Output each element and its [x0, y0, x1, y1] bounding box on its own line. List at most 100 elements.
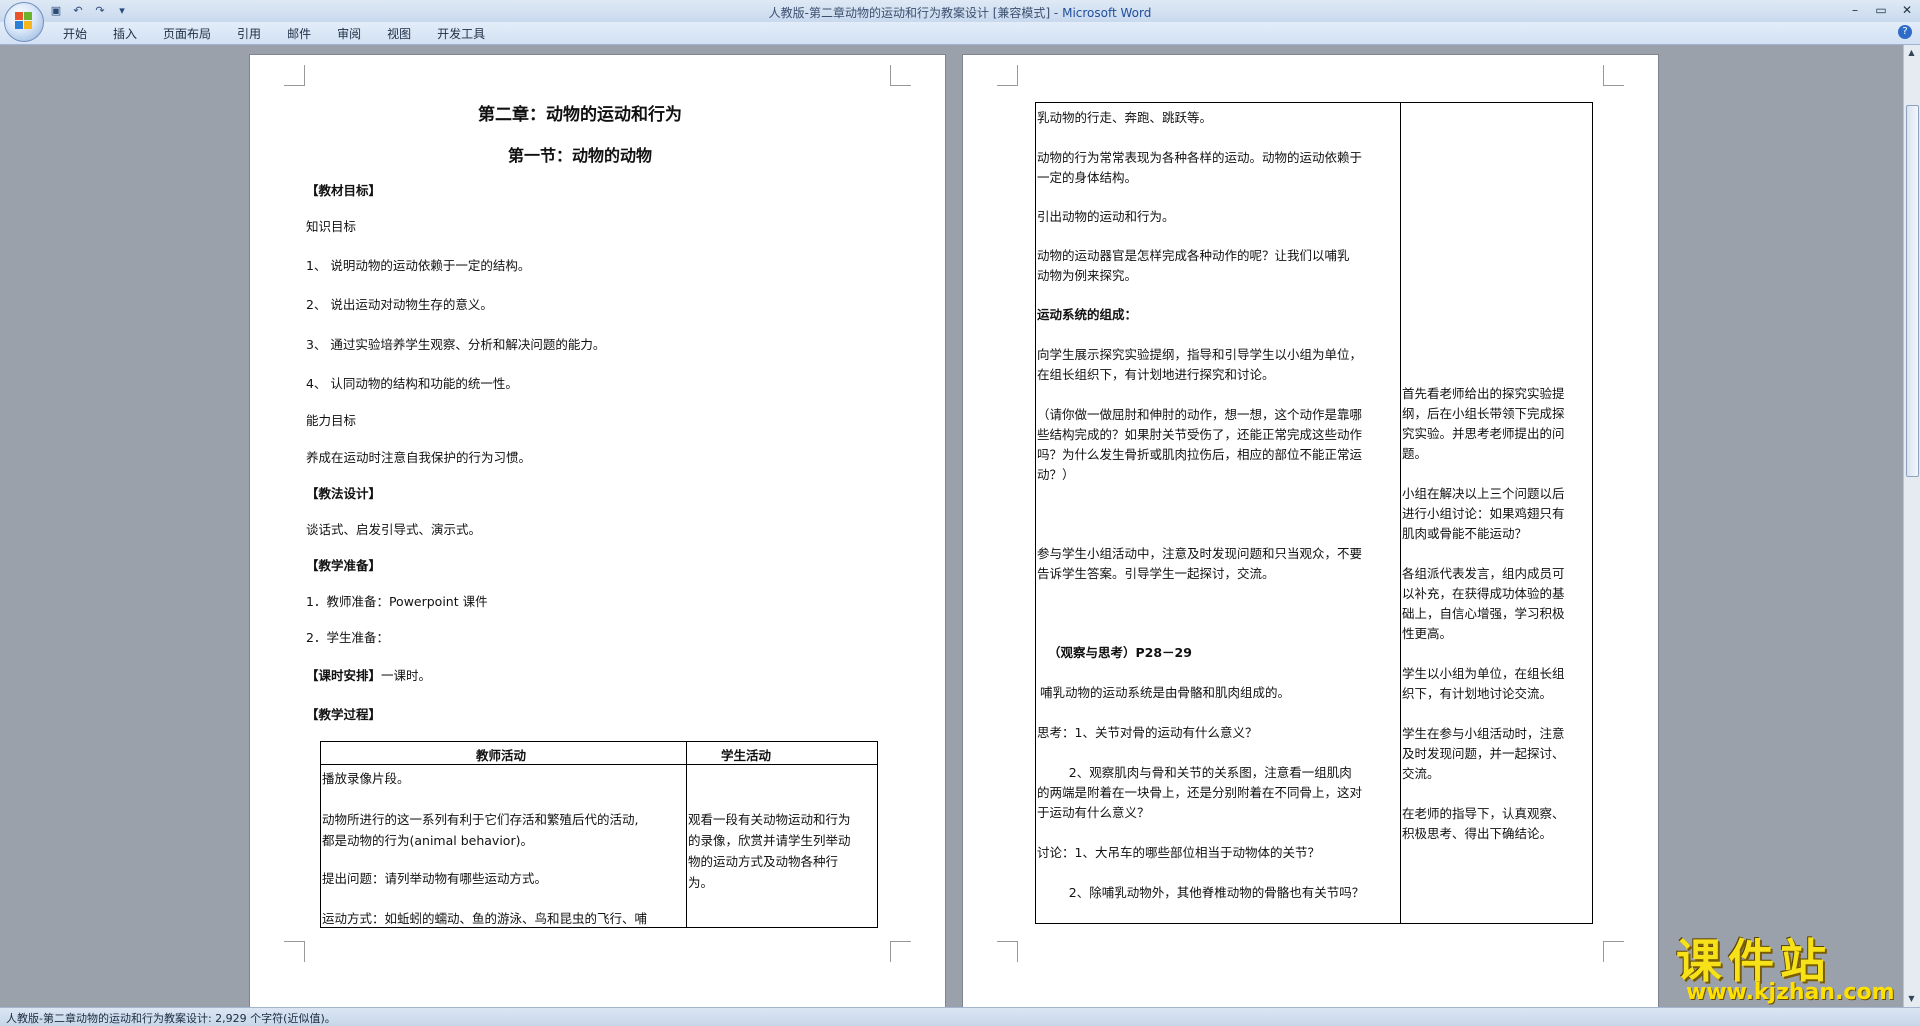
body-line: 谈话式、启发引导式、演示式。 — [306, 522, 482, 537]
table-cell-student: 各组派代表发言，组内成员可 — [1402, 566, 1565, 581]
table-cell-teacher: 提出问题：请列举动物有哪些运动方式。 — [322, 871, 548, 886]
body-line: 1、 说明动物的运动依赖于一定的结构。 — [306, 258, 531, 273]
help-icon[interactable]: ? — [1898, 25, 1912, 39]
body-line: 【教材目标】 — [306, 183, 382, 198]
crop-mark — [890, 65, 911, 86]
window-title: 人教版-第二章动物的运动和行为教案设计 [兼容模式] - Microsoft W… — [0, 4, 1920, 21]
table-cell-student: 首先看老师给出的探究实验提 — [1402, 386, 1565, 401]
body-line: 1．教师准备：Powerpoint 课件 — [306, 594, 488, 609]
vertical-scrollbar[interactable]: ▲ ▼ — [1903, 45, 1920, 1007]
maximize-icon[interactable]: ▭ — [1868, 0, 1894, 20]
body-value: 一课时。 — [381, 668, 432, 683]
tab-page-layout[interactable]: 页面布局 — [150, 26, 224, 42]
table-cell-student: 观看一段有关动物运动和行为 — [688, 812, 851, 827]
table-cell-student: 纲，后在小组长带领下完成探 — [1402, 406, 1565, 421]
ribbon-tabs: 开始 插入 页面布局 引用 邮件 审阅 视图 开发工具 — [50, 26, 498, 42]
crop-mark — [284, 941, 305, 962]
minimize-icon[interactable]: – — [1842, 0, 1868, 20]
table-cell-teacher: 引出动物的运动和行为。 — [1037, 209, 1175, 224]
tab-view[interactable]: 视图 — [374, 26, 424, 42]
office-button[interactable] — [4, 2, 44, 42]
crop-mark — [284, 65, 305, 86]
table-cell-teacher: 吗？为什么发生骨折或肌肉拉伤后，相应的部位不能正常运 — [1037, 447, 1363, 462]
table-cell-student: 题。 — [1402, 446, 1428, 461]
body-line: 知识目标 — [306, 219, 357, 234]
table-cell-student: 在老师的指导下，认真观察、 — [1402, 806, 1565, 821]
tab-home[interactable]: 开始 — [50, 26, 100, 42]
crop-mark — [1603, 941, 1624, 962]
table-cell-teacher: 哺乳动物的运动系统是由骨骼和肌肉组成的。 — [1040, 685, 1291, 700]
tab-insert[interactable]: 插入 — [100, 26, 150, 42]
watermark-url: www.kjzhan.com — [1686, 980, 1895, 1005]
body-line: 能力目标 — [306, 413, 357, 428]
table-cell-teacher: 在组长组织下，有计划地进行探究和讨论。 — [1037, 367, 1275, 382]
window-controls: – ▭ ✕ — [1842, 0, 1920, 20]
table-header-student: 学生活动 — [721, 748, 772, 763]
table-cell-teacher: 都是动物的行为(animal behavior)。 — [322, 833, 533, 848]
table-divider — [686, 742, 687, 927]
table-cell-teacher: 动？） — [1037, 467, 1075, 482]
title-bar: ▣ ↶ ↷ ▾ 人教版-第二章动物的运动和行为教案设计 [兼容模式] - Mic… — [0, 0, 1920, 23]
status-bar: 人教版-第二章动物的运动和行为教案设计: 2,929 个字符(近似值)。 — [0, 1007, 1920, 1026]
body-line: 【教学准备】 — [306, 558, 382, 573]
table-cell-teacher: 2、观察肌肉与骨和关节的关系图，注意看一组肌肉 — [1037, 765, 1352, 780]
tab-review[interactable]: 审阅 — [324, 26, 374, 42]
table-cell-teacher: 的两端是附着在一块骨上，还是分别附着在不同骨上，这对 — [1037, 785, 1363, 800]
table-cell-student: 以补充，在获得成功体验的基 — [1402, 586, 1565, 601]
table-cell-student: 性更高。 — [1402, 626, 1453, 641]
ribbon: 开始 插入 页面布局 引用 邮件 审阅 视图 开发工具 ? — [0, 22, 1920, 45]
table-divider — [1400, 103, 1401, 923]
lesson-table[interactable]: 教师活动 学生活动 播放录像片段。 动物所进行的这一系列有利于它们存活和繁殖后代… — [320, 741, 878, 928]
table-cell-student: 及时发现问题，并一起探讨、 — [1402, 746, 1565, 761]
crop-mark — [890, 941, 911, 962]
table-cell-student: 进行小组讨论：如果鸡翅只有 — [1402, 506, 1565, 521]
status-text: 人教版-第二章动物的运动和行为教案设计: 2,929 个字符(近似值)。 — [6, 1012, 336, 1025]
document-area[interactable]: 第二章：动物的运动和行为 第一节：动物的动物 【教材目标】 知识目标 1、 说明… — [0, 45, 1904, 1007]
table-cell-student: 的录像，欣赏并请学生列举动 — [688, 833, 851, 848]
body-line: 4、 认同动物的结构和功能的统一性。 — [306, 376, 518, 391]
body-label: 【课时安排】 — [306, 668, 382, 683]
table-cell-teacher: 运动系统的组成： — [1037, 307, 1138, 322]
table-cell-student: 物的运动方式及动物各种行 — [688, 854, 839, 869]
table-cell-teacher: 动物为例来探究。 — [1037, 268, 1138, 283]
table-header-row — [321, 742, 877, 765]
table-cell-student: 肌肉或骨能不能运动？ — [1402, 526, 1528, 541]
table-cell-teacher: 思考：1、关节对骨的运动有什么意义？ — [1037, 725, 1258, 740]
section-heading: 第一节：动物的动物 — [508, 146, 653, 165]
scroll-up-icon[interactable]: ▲ — [1906, 47, 1917, 58]
table-cell-teacher: 向学生展示探究实验提纲，指导和引导学生以小组为单位， — [1037, 347, 1363, 362]
app-name: Microsoft Word — [1062, 6, 1152, 20]
table-cell-teacher: 讨论：1、大吊车的哪些部位相当于动物体的关节？ — [1037, 845, 1320, 860]
table-cell-teacher: 动物所进行的这一系列有利于它们存活和繁殖后代的活动, — [322, 812, 639, 827]
document-title: 人教版-第二章动物的运动和行为教案设计 [兼容模式] - — [768, 6, 1063, 20]
close-icon[interactable]: ✕ — [1894, 0, 1920, 20]
table-cell-teacher: （观察与思考）P28－29 — [1048, 645, 1192, 660]
table-cell-student: 究实验。并思考老师提出的问 — [1402, 426, 1565, 441]
body-line: 【教法设计】 — [306, 486, 382, 501]
tab-references[interactable]: 引用 — [224, 26, 274, 42]
table-cell-teacher: 一定的身体结构。 — [1037, 170, 1138, 185]
body-line: 【课时安排】一课时。 — [306, 665, 431, 684]
crop-mark — [997, 941, 1018, 962]
tab-mailings[interactable]: 邮件 — [274, 26, 324, 42]
lesson-table-continued[interactable]: 乳动物的行走、奔跑、跳跃等。 动物的行为常常表现为各种各样的运动。动物的运动依赖… — [1035, 102, 1593, 924]
table-cell-student: 织下，有计划地讨论交流。 — [1402, 686, 1553, 701]
tab-developer[interactable]: 开发工具 — [424, 26, 498, 42]
table-cell-student: 交流。 — [1402, 766, 1440, 781]
body-line: 2、 说出运动对动物生存的意义。 — [306, 297, 493, 312]
crop-mark — [997, 65, 1018, 86]
table-cell-teacher: 动物的运动器官是怎样完成各种动作的呢？让我们以哺乳 — [1037, 248, 1350, 263]
table-cell-teacher: 参与学生小组活动中，注意及时发现问题和只当观众，不要 — [1037, 546, 1363, 561]
crop-mark — [1603, 65, 1624, 86]
table-cell-teacher: 播放录像片段。 — [322, 771, 410, 786]
office-logo-icon — [15, 12, 33, 30]
page-1[interactable]: 第二章：动物的运动和行为 第一节：动物的动物 【教材目标】 知识目标 1、 说明… — [250, 55, 945, 1007]
table-cell-student: 小组在解决以上三个问题以后 — [1402, 486, 1565, 501]
table-cell-teacher: 乳动物的行走、奔跑、跳跃等。 — [1037, 110, 1213, 125]
body-line: 2．学生准备： — [306, 630, 389, 645]
scrollbar-thumb[interactable] — [1906, 105, 1919, 477]
table-cell-teacher: 运动方式：如蚯蚓的蠕动、鱼的游泳、鸟和昆虫的飞行、哺 — [322, 911, 648, 926]
page-2[interactable]: 乳动物的行走、奔跑、跳跃等。 动物的行为常常表现为各种各样的运动。动物的运动依赖… — [963, 55, 1658, 1007]
table-cell-student: 学生在参与小组活动时，注意 — [1402, 726, 1565, 741]
body-line: 【教学过程】 — [306, 707, 382, 722]
